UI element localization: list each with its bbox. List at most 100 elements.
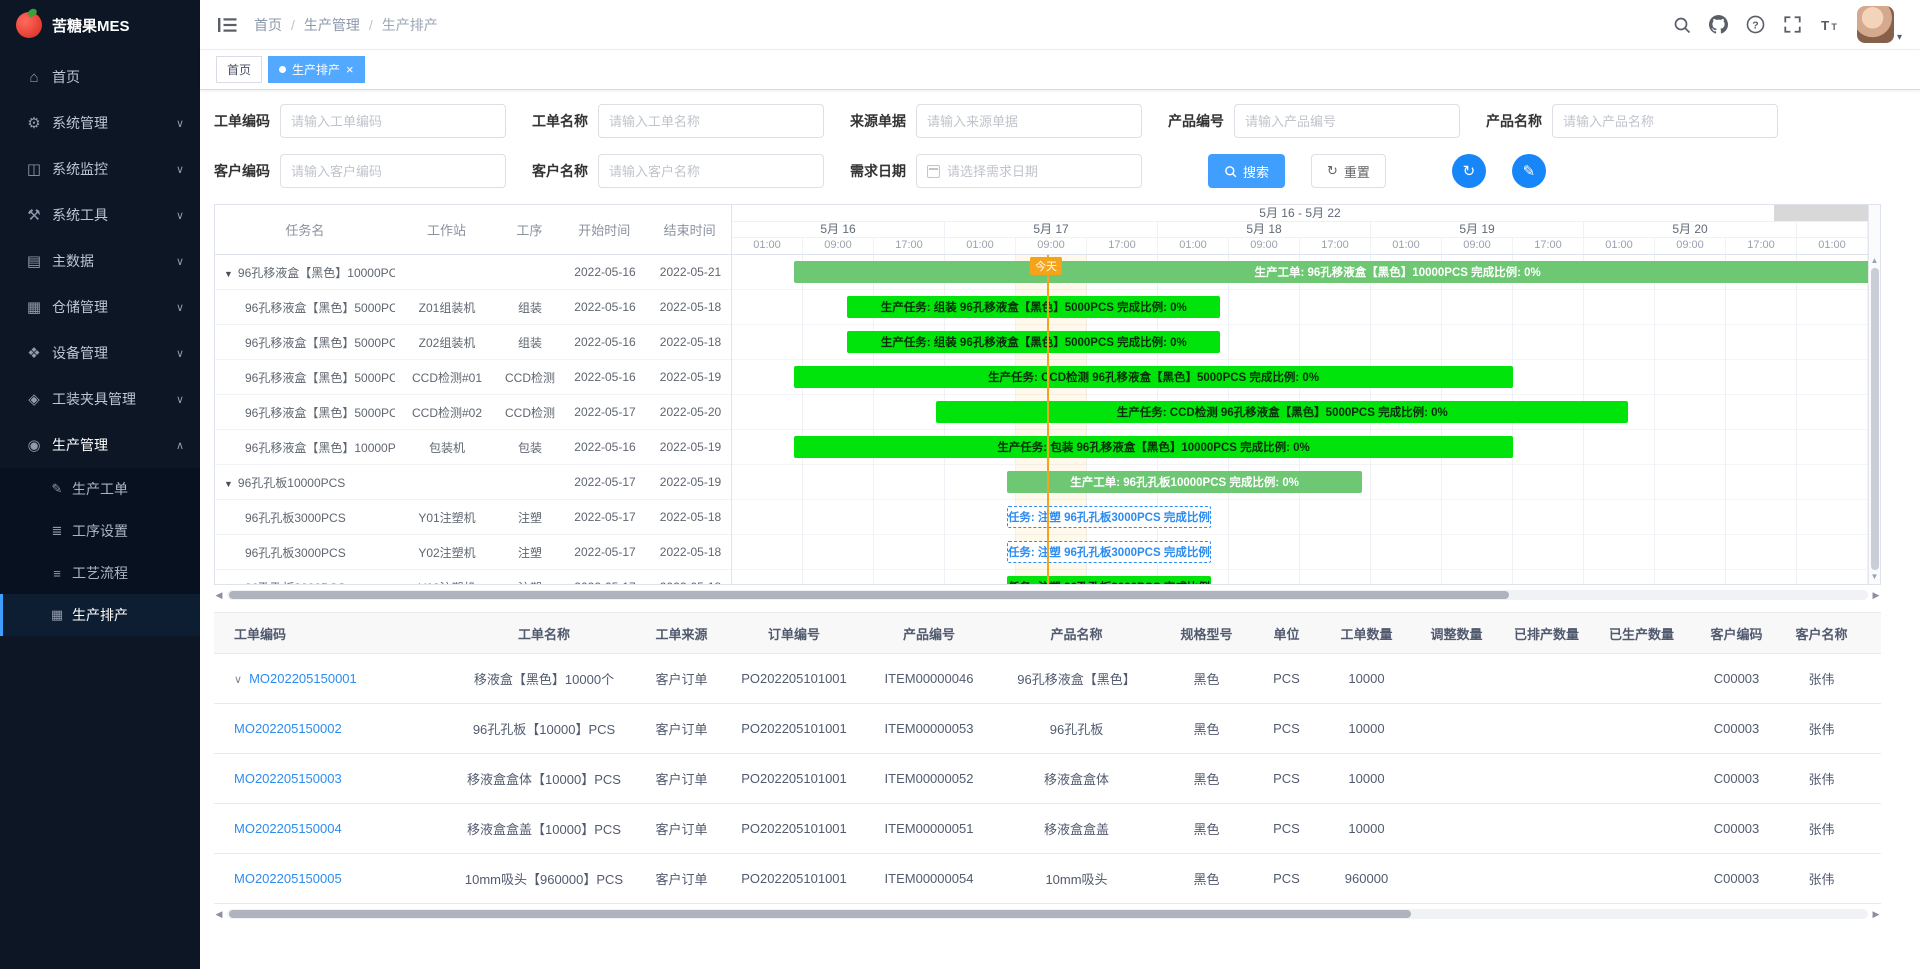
text-input-3[interactable]	[927, 114, 1131, 129]
sidebar-item-2[interactable]: ⚙系统管理∨	[0, 100, 200, 146]
top-navbar: 首页/生产管理/生产排产 ? TT ▾	[200, 0, 1920, 50]
scroll-down-icon[interactable]: ▼	[1871, 573, 1879, 581]
gantt-task-row[interactable]: 96孔孔板3000PCSY02注塑机注塑2022-05-172022-05-18	[215, 535, 731, 570]
tree-toggle-icon[interactable]: ▼	[224, 479, 233, 489]
table-cell: ITEM00000052	[864, 754, 994, 804]
sidebar-fold-icon[interactable]	[218, 16, 240, 34]
input-box	[1552, 104, 1778, 138]
gantt-task-row[interactable]: 96孔移液盒【黑色】5000PCSZ01组装机组装2022-05-162022-…	[215, 290, 731, 325]
expand-row-icon[interactable]: ∨	[234, 674, 242, 686]
close-icon[interactable]: ×	[346, 63, 354, 76]
sidebar-item-9[interactable]: ◉生产管理∧	[0, 422, 200, 468]
gantt-task-row[interactable]: 96孔孔板3000PCSY03注塑机注塑2022-05-172022-05-18	[215, 570, 731, 584]
sidebar-item-1[interactable]: ⌂首页	[0, 54, 200, 100]
gantt-vertical-scrollbar[interactable]: ▲ ▼	[1868, 205, 1880, 584]
scroll-right-icon[interactable]: ▶	[1871, 591, 1881, 600]
gantt-bar[interactable]: 生产任务: CCD检测 96孔移液盒【黑色】5000PCS 完成比例: 0%	[794, 366, 1513, 388]
sidebar-item-5[interactable]: ▤主数据∨	[0, 238, 200, 284]
breadcrumb-separator: /	[369, 17, 373, 33]
gantt-bar[interactable]: 生产任务: 注塑 96孔孔板3000PCS 完成比例: 0%	[1007, 541, 1211, 563]
text-input-2[interactable]	[609, 114, 813, 129]
github-icon[interactable]	[1709, 15, 1729, 35]
table-row[interactable]: MO20220515000510mm吸头【960000】PCS客户订单PO202…	[214, 854, 1881, 904]
work-order-link[interactable]: MO202205150004	[234, 821, 342, 836]
gantt-bar[interactable]: 生产任务: 注塑 96孔孔板3000PCS 完成比例: 0%	[1007, 506, 1211, 528]
sidebar-subitem-2[interactable]: ≣工序设置	[0, 510, 200, 552]
tab-2[interactable]: 生产排产×	[268, 56, 365, 83]
gantt-bar[interactable]: 生产任务: 包装 96孔移液盒【黑色】10000PCS 完成比例: 0%	[794, 436, 1513, 458]
text-input-6[interactable]	[291, 164, 495, 179]
sidebar-subitem-3[interactable]: ≡工艺流程	[0, 552, 200, 594]
gantt-task-row[interactable]: 96孔移液盒【黑色】5000PCSCCD检测#02CCD检测2022-05-17…	[215, 395, 731, 430]
sidebar-item-3[interactable]: ◫系统监控∨	[0, 146, 200, 192]
hour-header: 09:00	[1442, 238, 1513, 254]
gantt-task-row[interactable]: 96孔孔板3000PCSY01注塑机注塑2022-05-172022-05-18	[215, 500, 731, 535]
font-size-icon[interactable]: TT	[1820, 15, 1840, 35]
sidebar-item-4[interactable]: ⚒系统工具∨	[0, 192, 200, 238]
sidebar-item-7[interactable]: ❖设备管理∨	[0, 330, 200, 376]
table-row[interactable]: MO202205150003移液盒盒体【10000】PCS客户订单PO20220…	[214, 754, 1881, 804]
gantt-bar[interactable]: 生产任务: CCD检测 96孔移液盒【黑色】5000PCS 完成比例: 0%	[936, 401, 1628, 423]
scroll-left-icon[interactable]: ◀	[214, 591, 224, 600]
filter-field-2: 工单名称	[532, 104, 824, 138]
work-order-link[interactable]: MO202205150005	[234, 871, 342, 886]
table-cell: C00003	[1689, 854, 1784, 904]
tab-label: 首页	[227, 61, 251, 78]
work-order-link[interactable]: MO202205150001	[249, 671, 357, 686]
sidebar-item-8[interactable]: ◈工装夹具管理∨	[0, 376, 200, 422]
gantt-task-row[interactable]: ▼96孔移液盒【黑色】10000PCS2022-05-162022-05-21	[215, 255, 731, 290]
work-order-link[interactable]: MO202205150002	[234, 721, 342, 736]
scrollbar-track[interactable]	[227, 590, 1868, 600]
breadcrumb-item[interactable]: 首页	[254, 15, 282, 35]
breadcrumb-item[interactable]: 生产管理	[304, 15, 360, 35]
scrollbar-thumb[interactable]	[229, 910, 1411, 918]
table-row[interactable]: MO202205150004移液盒盒盖【10000】PCS客户订单PO20220…	[214, 804, 1881, 854]
text-input-4[interactable]	[1245, 114, 1449, 129]
gantt-panel: 任务名工作站工序开始时间结束时间 ▼96孔移液盒【黑色】10000PCS2022…	[214, 204, 1881, 585]
tab-1[interactable]: 首页	[216, 56, 262, 83]
search-button[interactable]: 搜索	[1208, 154, 1285, 188]
edit-button[interactable]: ✎	[1512, 154, 1546, 188]
table-cell	[1414, 754, 1499, 804]
scrollbar-track[interactable]	[227, 909, 1868, 919]
input-box	[1234, 104, 1460, 138]
scrollbar-thumb[interactable]	[1871, 268, 1879, 570]
gantt-task-row[interactable]: ▼96孔孔板10000PCS2022-05-172022-05-19	[215, 465, 731, 500]
gantt-bar[interactable]: 生产任务: 组装 96孔移液盒【黑色】5000PCS 完成比例: 0%	[847, 296, 1220, 318]
gantt-bar[interactable]: 生产任务: 组装 96孔移液盒【黑色】5000PCS 完成比例: 0%	[847, 331, 1220, 353]
sidebar-subitem-4[interactable]: ▦生产排产	[0, 594, 200, 636]
gantt-task-row[interactable]: 96孔移液盒【黑色】10000PCS包装机包装2022-05-162022-05…	[215, 430, 731, 465]
user-menu[interactable]: ▾	[1857, 6, 1902, 43]
sidebar-subitem-1[interactable]: ✎生产工单	[0, 468, 200, 510]
refresh-button[interactable]: ↻	[1452, 154, 1486, 188]
text-input-1[interactable]	[291, 114, 495, 129]
work-order-link[interactable]: MO202205150003	[234, 771, 342, 786]
fullscreen-icon[interactable]	[1783, 15, 1803, 35]
scrollbar-thumb[interactable]	[229, 591, 1509, 599]
scroll-right-icon[interactable]: ▶	[1871, 910, 1881, 919]
scroll-left-icon[interactable]: ◀	[214, 910, 224, 919]
logo[interactable]: 苦糖果MES	[0, 0, 200, 50]
task-name: 96孔移液盒【黑色】10000PCS	[245, 441, 395, 455]
gantt-task-row[interactable]: 96孔移液盒【黑色】5000PCSZ02组装机组装2022-05-162022-…	[215, 325, 731, 360]
gantt-bar[interactable]: 生产任务: 注塑 96孔孔板3000PCS 完成比例: 0%	[1007, 576, 1211, 584]
reset-button[interactable]: ↻ 重置	[1311, 154, 1386, 188]
gantt-horizontal-scrollbar[interactable]: ◀ ▶	[214, 588, 1881, 602]
table-row[interactable]: ∨MO202205150001移液盒【黑色】10000个客户订单PO202205…	[214, 654, 1881, 704]
workstation-cell: Y01注塑机	[395, 509, 499, 526]
gantt-bar[interactable]: 生产工单: 96孔移液盒【黑色】10000PCS 完成比例: 0%	[794, 261, 1868, 283]
date-input-8[interactable]	[947, 164, 1131, 179]
tree-toggle-icon[interactable]: ▼	[224, 269, 233, 279]
sidebar-item-6[interactable]: ▦仓储管理∨	[0, 284, 200, 330]
gantt-table-body: ▼96孔移液盒【黑色】10000PCS2022-05-162022-05-219…	[215, 255, 731, 584]
question-icon[interactable]: ?	[1746, 15, 1766, 35]
search-icon[interactable]	[1672, 15, 1692, 35]
table-horizontal-scrollbar[interactable]: ◀ ▶	[214, 907, 1881, 921]
gantt-bar[interactable]: 生产工单: 96孔孔板10000PCS 完成比例: 0%	[1007, 471, 1362, 493]
scroll-up-icon[interactable]: ▲	[1871, 257, 1879, 265]
text-input-5[interactable]	[1563, 114, 1767, 129]
gantt-task-row[interactable]: 96孔移液盒【黑色】5000PCSCCD检测#01CCD检测2022-05-16…	[215, 360, 731, 395]
text-input-7[interactable]	[609, 164, 813, 179]
table-cell: 96孔移液盒【黑色】	[994, 654, 1159, 704]
table-row[interactable]: MO20220515000296孔孔板【10000】PCS客户订单PO20220…	[214, 704, 1881, 754]
